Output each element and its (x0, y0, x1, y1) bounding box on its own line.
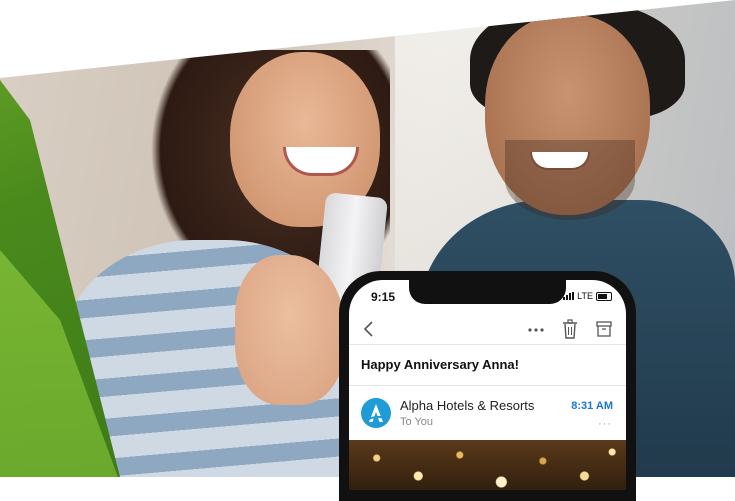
ellipsis-icon[interactable] (527, 321, 545, 339)
woman-hand (235, 255, 345, 405)
archive-icon[interactable] (596, 320, 612, 338)
trash-icon[interactable] (562, 319, 578, 339)
status-time: 9:15 (371, 290, 396, 304)
sender-avatar (361, 398, 391, 428)
divider (349, 344, 626, 345)
ellipsis-icon[interactable]: ··· (598, 418, 612, 430)
recipient-label: To You (400, 416, 434, 428)
sender-name[interactable]: Alpha Hotels & Resorts (400, 398, 534, 413)
alpha-logo-icon (366, 404, 386, 422)
battery-icon (596, 291, 612, 301)
signal-icon (563, 292, 575, 300)
status-indicators: LTE (563, 291, 612, 301)
email-banner-image (349, 440, 626, 490)
phone-notch (409, 280, 566, 304)
email-toolbar (349, 316, 626, 344)
phone-screen: 9:15 LTE Happy Anniversary Anna! Alpha H… (349, 280, 626, 490)
chevron-left-icon[interactable] (361, 320, 377, 338)
divider (349, 385, 626, 386)
email-subject: Happy Anniversary Anna! (361, 357, 519, 372)
email-time: 8:31 AM (571, 400, 613, 412)
network-label: LTE (577, 291, 593, 301)
man-smile (530, 152, 590, 170)
